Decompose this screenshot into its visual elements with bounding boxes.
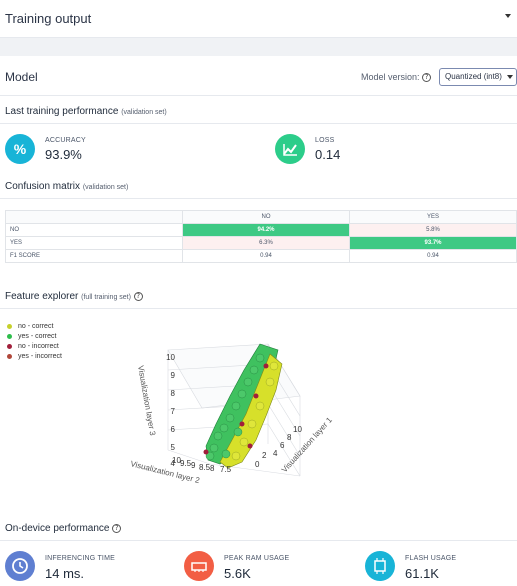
peak-ram-value: 5.6K bbox=[224, 566, 251, 581]
z-tick: 5 bbox=[171, 443, 176, 452]
divider bbox=[0, 123, 517, 124]
last-training-subtitle: (validation set) bbox=[121, 109, 167, 116]
legend-dot bbox=[7, 333, 12, 339]
model-version-select[interactable]: Quantized (int8) bbox=[439, 68, 517, 86]
x-tick: 6 bbox=[280, 441, 285, 450]
divider bbox=[0, 95, 517, 96]
divider bbox=[0, 198, 517, 199]
feature-legend: no - correct yes - correct no - incorrec… bbox=[7, 322, 62, 362]
chip-icon bbox=[365, 551, 395, 581]
y-tick: 8.5 bbox=[199, 463, 211, 472]
clock-icon bbox=[5, 551, 35, 581]
x-tick: 0 bbox=[255, 460, 260, 469]
chevron-down-icon[interactable] bbox=[505, 14, 511, 18]
memory-icon bbox=[184, 551, 214, 581]
y-tick: 8 bbox=[210, 464, 215, 473]
legend-item[interactable]: no - correct bbox=[7, 322, 62, 332]
help-icon[interactable]: ? bbox=[422, 73, 432, 83]
cell-f1-yes: 0.94 bbox=[349, 249, 517, 263]
cell-f1-no: 0.94 bbox=[182, 249, 350, 263]
chart-line-icon-svg bbox=[283, 144, 297, 156]
table-header-row: NO YES bbox=[5, 210, 517, 224]
model-version-label: Model version: ? bbox=[361, 72, 432, 83]
feature-explorer-title-text: Feature explorer bbox=[5, 291, 79, 302]
confusion-matrix-table: NO YES NO 94.2% 5.8% YES 6.3% 93.7% F1 S… bbox=[5, 210, 517, 263]
table-row: YES 6.3% 93.7% bbox=[5, 236, 517, 250]
y-tick: 9.5 bbox=[180, 459, 192, 468]
x-tick: 8 bbox=[287, 433, 292, 442]
last-training-title: Last training performance (validation se… bbox=[5, 106, 167, 117]
z-axis-ticks: 10 9 8 7 6 5 4 bbox=[166, 353, 175, 468]
confusion-matrix-subtitle: (validation set) bbox=[82, 184, 129, 191]
on-device-title-text: On-device performance bbox=[5, 523, 110, 534]
legend-item[interactable]: no - incorrect bbox=[7, 342, 62, 352]
row-header-f1: F1 SCORE bbox=[5, 249, 183, 263]
y-tick: 7.5 bbox=[220, 465, 232, 474]
confusion-matrix-title-text: Confusion matrix bbox=[5, 181, 81, 192]
section-divider-band bbox=[0, 38, 517, 56]
row-header-yes: YES bbox=[5, 236, 183, 250]
x-tick: 4 bbox=[273, 449, 278, 458]
legend-label: yes - incorrect bbox=[18, 353, 62, 360]
panel-title: Training output bbox=[5, 11, 92, 26]
column-header-no: NO bbox=[182, 210, 350, 224]
table-row: F1 SCORE 0.94 0.94 bbox=[5, 249, 517, 263]
z-tick: 8 bbox=[171, 389, 176, 398]
legend-label: no - incorrect bbox=[18, 343, 59, 350]
percent-icon: % bbox=[5, 134, 35, 164]
last-training-title-text: Last training performance bbox=[5, 106, 119, 117]
feature-explorer-3d-plot[interactable]: 10 9 8 7 6 5 4 10 8 6 4 2 0 10 9.5 9 8.5… bbox=[110, 336, 360, 496]
loss-value: 0.14 bbox=[315, 147, 341, 162]
x-tick: 10 bbox=[293, 425, 302, 434]
peak-ram-label: PEAK RAM USAGE bbox=[224, 555, 290, 562]
feature-explorer-subtitle: (full training set) bbox=[81, 294, 131, 301]
x-tick: 2 bbox=[262, 451, 267, 460]
model-version-label-text: Model version: bbox=[361, 72, 420, 82]
legend-label: yes - correct bbox=[18, 333, 57, 340]
cell-yes-no: 6.3% bbox=[182, 236, 350, 250]
z-tick: 10 bbox=[166, 353, 175, 362]
divider bbox=[0, 308, 517, 309]
accuracy-label: ACCURACY bbox=[45, 137, 86, 144]
z-tick: 9 bbox=[171, 371, 176, 380]
model-version-value: Quantized (int8) bbox=[445, 72, 502, 81]
clock-icon-svg bbox=[12, 558, 28, 574]
legend-dot bbox=[7, 323, 12, 329]
training-output-header[interactable]: Training output bbox=[0, 0, 517, 38]
chevron-down-icon bbox=[507, 75, 513, 79]
y-tick: 9 bbox=[191, 461, 196, 470]
divider bbox=[0, 540, 517, 541]
inferencing-time-value: 14 ms. bbox=[45, 566, 85, 581]
z-tick: 7 bbox=[171, 407, 176, 416]
loss-label: LOSS bbox=[315, 137, 335, 144]
z-tick: 6 bbox=[171, 425, 176, 434]
flash-usage-label: FLASH USAGE bbox=[405, 555, 457, 562]
table-row: NO 94.2% 5.8% bbox=[5, 223, 517, 237]
cell-no-yes: 5.8% bbox=[349, 223, 517, 237]
cell-no-no: 94.2% bbox=[182, 223, 350, 237]
row-header-no: NO bbox=[5, 223, 183, 237]
help-icon[interactable]: ? bbox=[112, 523, 122, 533]
column-header-yes: YES bbox=[349, 210, 517, 224]
legend-dot bbox=[7, 343, 12, 349]
cell-yes-yes: 93.7% bbox=[349, 236, 517, 250]
flash-usage-value: 61.1K bbox=[405, 566, 439, 581]
model-title: Model bbox=[5, 70, 38, 84]
chart-line-icon bbox=[275, 134, 305, 164]
axis-title-layer-3: Visualization layer 3 bbox=[136, 365, 157, 437]
feature-explorer-title: Feature explorer (full training set) ? bbox=[5, 291, 143, 302]
help-icon[interactable]: ? bbox=[133, 291, 143, 301]
accuracy-value: 93.9% bbox=[45, 147, 82, 162]
legend-item[interactable]: yes - correct bbox=[7, 332, 62, 342]
table-corner-cell bbox=[5, 210, 183, 224]
axis-title-layer-1: Visualization layer 1 bbox=[280, 415, 335, 474]
inferencing-time-label: INFERENCING TIME bbox=[45, 555, 115, 562]
memory-icon-svg bbox=[191, 562, 207, 572]
legend-item[interactable]: yes - incorrect bbox=[7, 352, 62, 362]
legend-dot bbox=[7, 353, 12, 359]
legend-label: no - correct bbox=[18, 323, 54, 330]
confusion-matrix-title: Confusion matrix (validation set) bbox=[5, 181, 128, 192]
on-device-title: On-device performance ? bbox=[5, 523, 122, 534]
chip-icon-svg bbox=[374, 558, 386, 574]
